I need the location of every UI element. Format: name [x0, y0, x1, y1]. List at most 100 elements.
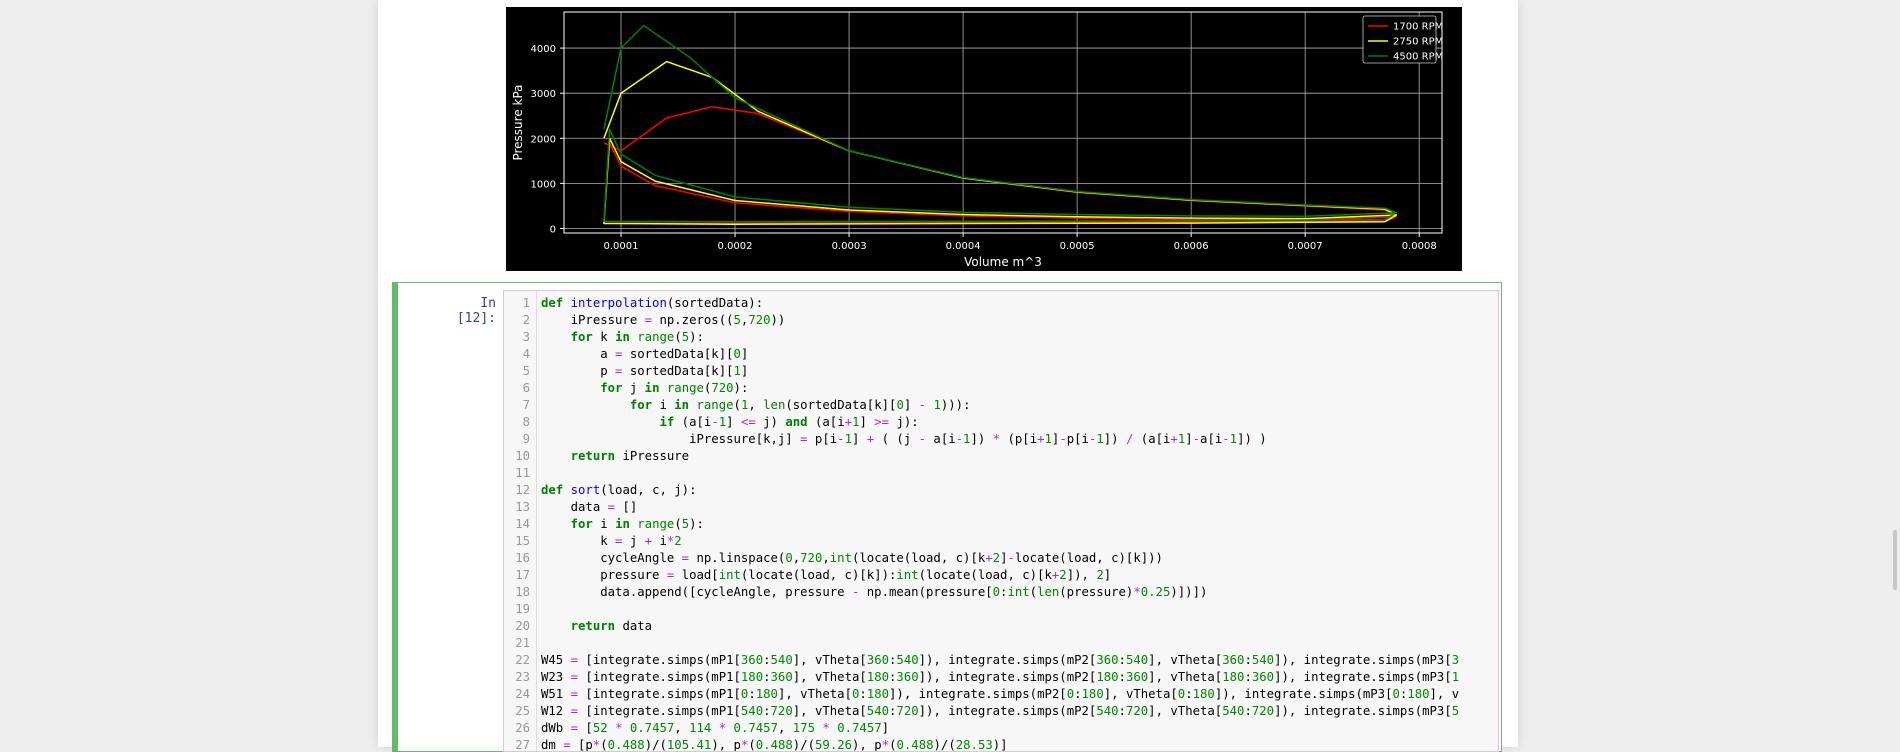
- code-token: sortedData[k][: [622, 364, 734, 378]
- code-line[interactable]: 20 return data: [504, 618, 1498, 635]
- x-tick-label: 0.0006: [1174, 241, 1209, 252]
- line-number: 4: [522, 347, 530, 361]
- code-token: interpolation: [570, 296, 667, 310]
- code-token: ]: [1103, 568, 1112, 582]
- code-token: 360: [1096, 653, 1119, 667]
- code-line[interactable]: 1 def interpolation(sortedData):: [504, 295, 1498, 312]
- code-line[interactable]: 7 for i in range(1, len(sortedData[k][0]…: [504, 397, 1498, 414]
- line-number: 21: [515, 636, 530, 650]
- code-line[interactable]: 10 return iPressure: [504, 448, 1498, 465]
- code-line[interactable]: 6 for j in range(720):: [504, 380, 1498, 397]
- code-token: range: [696, 398, 734, 412]
- code-token: 0.25: [1140, 585, 1171, 599]
- code-token: -: [918, 398, 927, 412]
- code-token: (: [733, 398, 741, 412]
- code-line[interactable]: 11: [504, 465, 1498, 482]
- code-token: 2: [1059, 568, 1067, 582]
- code-line[interactable]: 24 W51 = [integrate.simps(mP1[0:180], vTh…: [504, 686, 1498, 703]
- code-lines[interactable]: 1 def interpolation(sortedData): 2 iPressu…: [504, 295, 1498, 752]
- code-token: 59.26: [815, 738, 853, 752]
- code-line[interactable]: 22 W45 = [integrate.simps(mP1[360:540], v…: [504, 652, 1498, 669]
- code-token: a[i: [1200, 432, 1223, 446]
- code-line[interactable]: 19: [504, 601, 1498, 618]
- code-token: )): [770, 313, 786, 327]
- code-token: return: [570, 449, 616, 463]
- page-scrollbar[interactable]: [1893, 530, 1897, 590]
- code-text: data.append([cycleAngle, pressure - np.m…: [541, 584, 1207, 601]
- code-text: pressure = load[int(locate(load, c)[k]):…: [541, 567, 1111, 584]
- code-token: 1: [1229, 432, 1238, 446]
- code-token: -: [711, 415, 719, 429]
- x-axis-label: Volume m^3: [964, 255, 1042, 269]
- code-token: 0: [1066, 687, 1075, 701]
- code-line[interactable]: 5 p = sortedData[k][1]: [504, 363, 1498, 380]
- code-token: 1: [733, 364, 741, 378]
- line-number: 3: [522, 330, 530, 344]
- code-line[interactable]: 14 for i in range(5):: [504, 516, 1498, 533]
- code-line[interactable]: 26 dWb = [52 * 0.7457, 114 * 0.7457, 175 …: [504, 720, 1498, 737]
- code-line[interactable]: 12 def sort(load, c, j):: [504, 482, 1498, 499]
- code-line[interactable]: 17 pressure = load[int(locate(load, c)[k…: [504, 567, 1498, 584]
- code-line[interactable]: 25 W12 = [integrate.simps(mP1[540:720], v…: [504, 703, 1498, 720]
- code-token: -: [1222, 432, 1230, 446]
- code-token: <=: [740, 415, 756, 429]
- code-token: (a[i: [1133, 432, 1171, 446]
- code-token: =: [644, 313, 653, 327]
- code-token: :: [1244, 670, 1252, 684]
- code-line[interactable]: 15 k = j + i*2: [504, 533, 1498, 550]
- code-token: *: [881, 738, 890, 752]
- code-token: 0: [1392, 687, 1400, 701]
- code-token: -: [1007, 551, 1015, 565]
- code-token: ]), integrate.simps(mP3[: [1274, 653, 1452, 667]
- code-token: k: [541, 534, 616, 548]
- code-line[interactable]: 2 iPressure = np.zeros((5,720)): [504, 312, 1498, 329]
- code-token: 180: [755, 687, 778, 701]
- code-token: 180: [1081, 687, 1104, 701]
- code-token: ,: [822, 551, 830, 565]
- line-number: 22: [515, 653, 530, 667]
- code-line[interactable]: 27 dm = [p*(0.488)/(105.41), p*(0.488)/(5…: [504, 737, 1498, 752]
- code-line[interactable]: 4 a = sortedData[k][0]: [504, 346, 1498, 363]
- code-token: 720: [711, 381, 734, 395]
- code-token: W51: [541, 687, 571, 701]
- line-number: 5: [522, 364, 530, 378]
- line-number: 25: [515, 704, 530, 718]
- code-token: (: [674, 517, 682, 531]
- code-token: a: [541, 347, 616, 361]
- code-editor[interactable]: 1 def interpolation(sortedData): 2 iPressu…: [503, 290, 1499, 752]
- code-token: =: [570, 704, 579, 718]
- legend-label: 1700 RPM: [1393, 22, 1443, 33]
- code-text: k = j + i*2: [541, 533, 681, 550]
- code-token: 720: [896, 704, 919, 718]
- code-token: (a[i: [674, 415, 712, 429]
- code-line[interactable]: 23 W23 = [integrate.simps(mP1[180:360], v…: [504, 669, 1498, 686]
- code-token: j):: [889, 415, 919, 429]
- code-token: (: [674, 330, 682, 344]
- code-token: ]: [740, 364, 749, 378]
- code-token: 1: [844, 432, 852, 446]
- code-token: ]),: [1066, 568, 1097, 582]
- code-token: [: [578, 721, 593, 735]
- code-token: *: [1133, 585, 1141, 599]
- line-number: 14: [515, 517, 530, 531]
- code-token: =: [570, 653, 579, 667]
- code-line[interactable]: 16 cycleAngle = np.linspace(0,720,int(lo…: [504, 550, 1498, 567]
- code-line[interactable]: 13 data = []: [504, 499, 1498, 516]
- code-token: 720: [1251, 704, 1275, 718]
- code-line[interactable]: 9 iPressure[k,j] = p[i-1] + ( (j - a[i-1…: [504, 431, 1498, 448]
- y-tick-label: 2000: [531, 134, 556, 145]
- code-token: 180: [1192, 687, 1215, 701]
- code-token: 5: [681, 330, 690, 344]
- code-token: 360: [1251, 670, 1275, 684]
- code-token: 0.488: [755, 738, 793, 752]
- code-token: range: [637, 330, 675, 344]
- code-line[interactable]: 18 data.append([cycleAngle, pressure - n…: [504, 584, 1498, 601]
- code-line[interactable]: 21: [504, 635, 1498, 652]
- code-line[interactable]: 8 if (a[i-1] <= j) and (a[i+1] >= j):: [504, 414, 1498, 431]
- code-token: =: [563, 738, 571, 752]
- code-line[interactable]: 3 for k in range(5):: [504, 329, 1498, 346]
- line-number: 13: [515, 500, 530, 514]
